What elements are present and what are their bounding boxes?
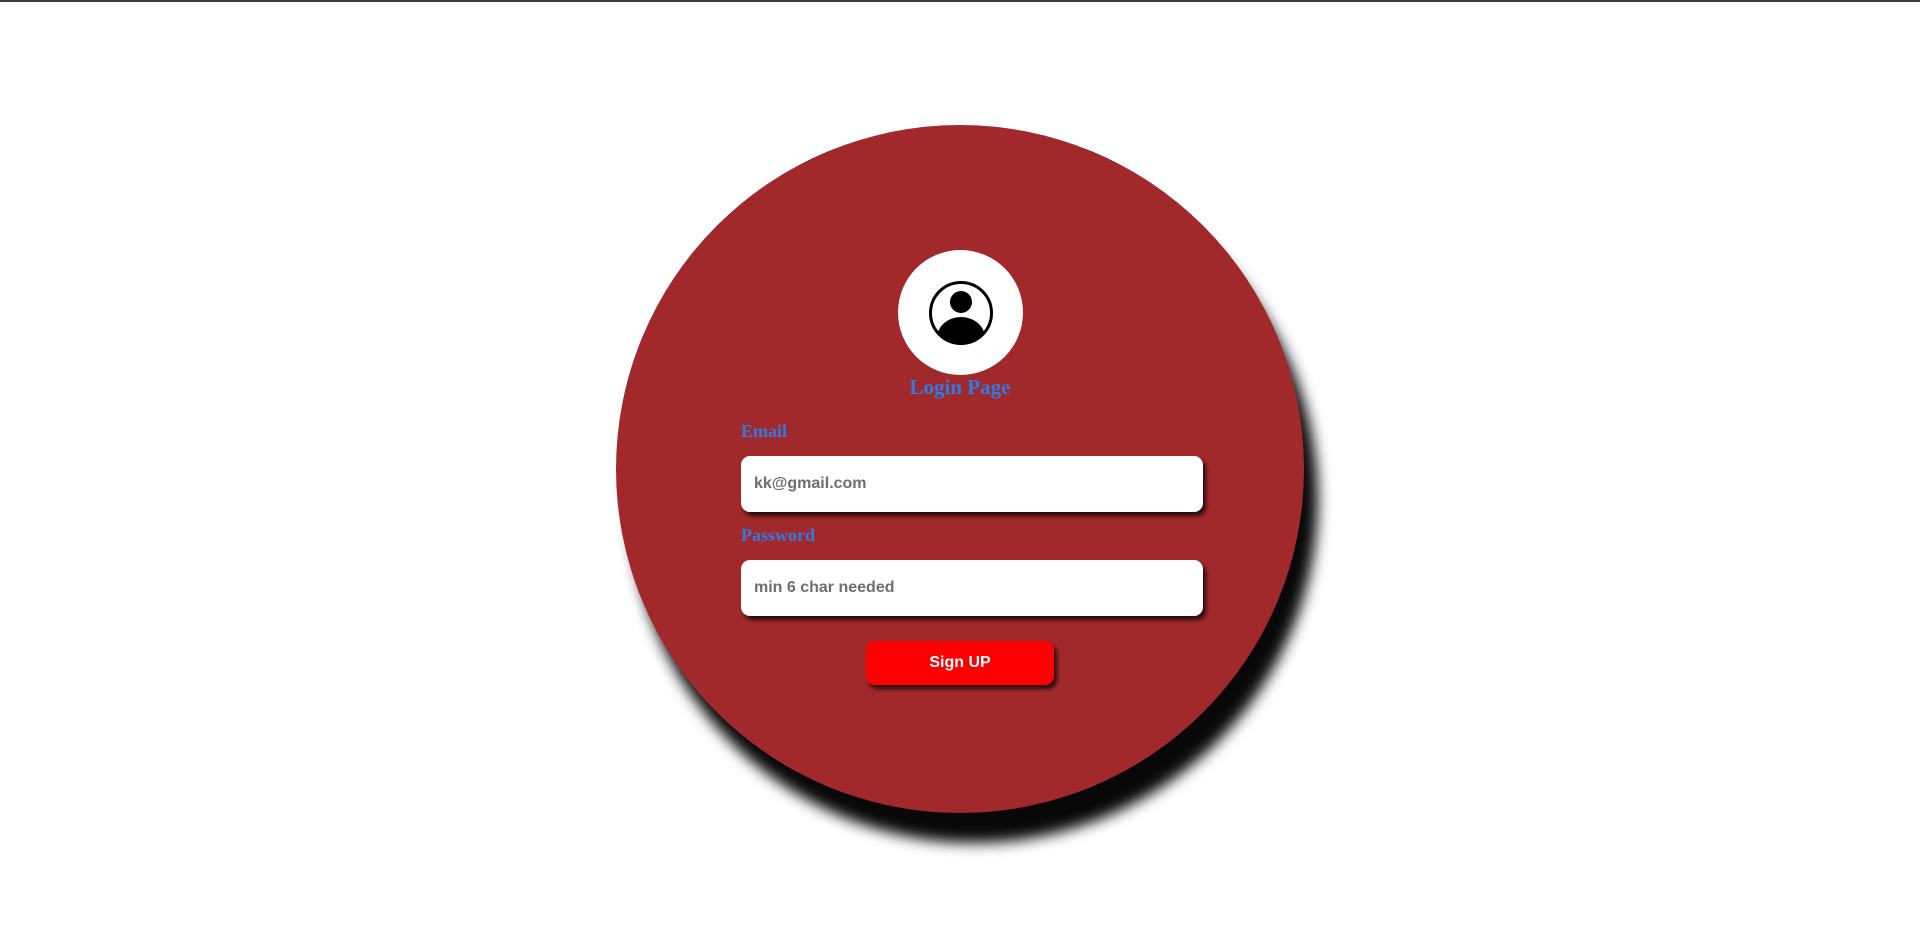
avatar xyxy=(898,250,1023,375)
page-title: Login Page xyxy=(909,375,1011,399)
password-label: Password xyxy=(741,525,816,545)
email-label: Email xyxy=(741,421,788,441)
email-field[interactable] xyxy=(741,456,1203,512)
top-border xyxy=(0,0,1920,2)
user-circle-icon xyxy=(928,280,993,345)
sign-up-button[interactable]: Sign UP xyxy=(866,641,1054,685)
password-field[interactable] xyxy=(741,560,1203,616)
